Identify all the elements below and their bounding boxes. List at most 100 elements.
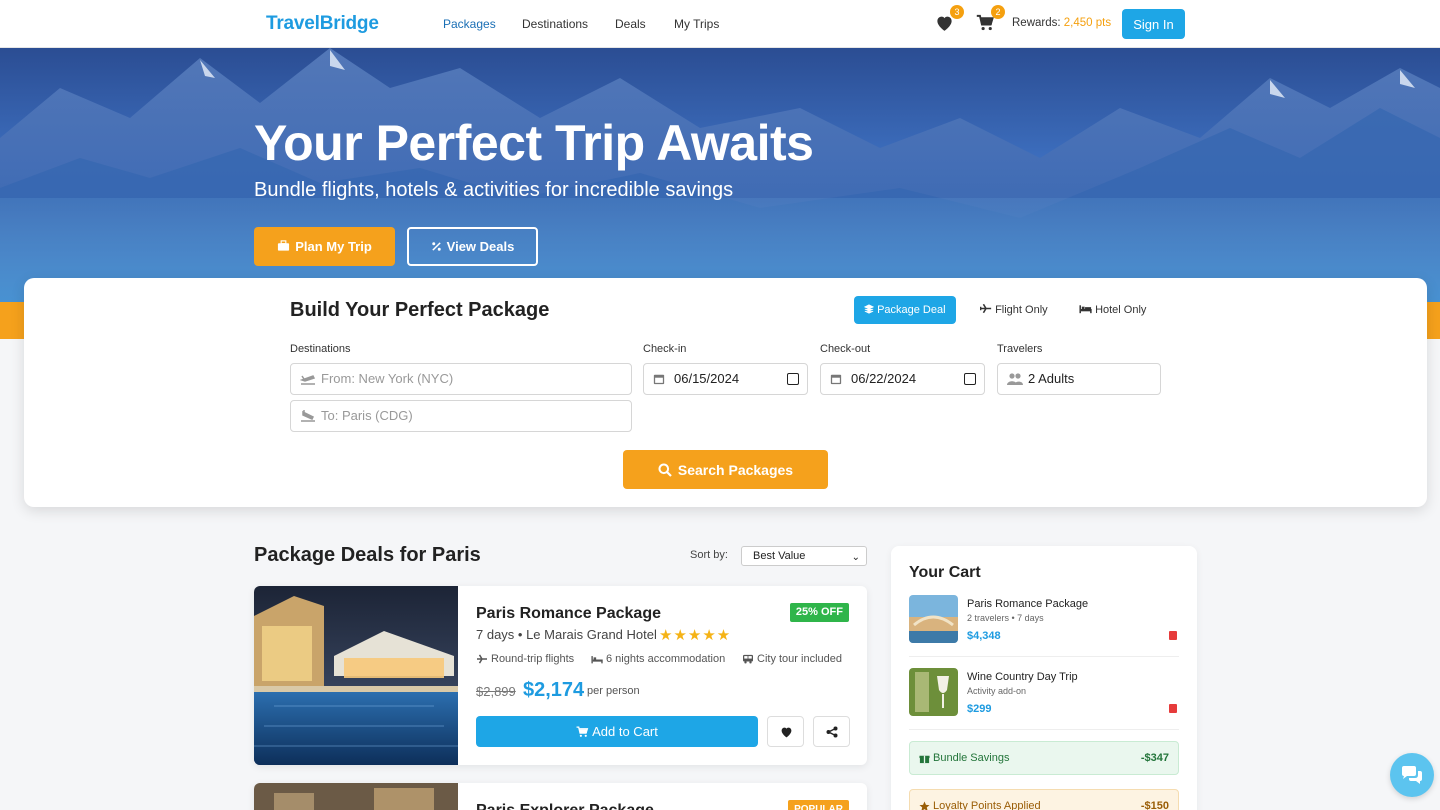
add-to-cart-label: Add to Cart — [592, 724, 658, 739]
chevron-down-icon: ⌄ — [851, 552, 860, 563]
cart-item-price: $4,348 — [967, 630, 1001, 642]
cart-count-badge: 2 — [991, 5, 1005, 19]
cart-item-name: Paris Romance Package — [967, 598, 1089, 610]
plan-my-trip-label: Plan My Trip — [295, 239, 372, 254]
to-placeholder: To: Paris (CDG) — [321, 408, 413, 423]
tab-package-deal[interactable]: Package Deal — [854, 296, 956, 324]
logo[interactable]: TravelBridge — [266, 13, 379, 35]
nav-link-packages[interactable]: Packages — [443, 17, 496, 31]
checkin-value: 06/15/2024 — [674, 371, 740, 386]
feature-tour: City tour included — [742, 653, 842, 665]
popular-badge: POPULAR — [788, 800, 849, 810]
sign-in-button[interactable]: Sign In — [1122, 9, 1185, 39]
search-packages-label: Search Packages — [677, 461, 794, 478]
cart-item-meta: Activity add-on — [967, 686, 1027, 696]
rewards-points: 2,450 pts — [1063, 17, 1112, 29]
sort-select[interactable]: Best Value ⌄ — [741, 546, 867, 566]
percent-icon — [431, 242, 441, 251]
checkout-value: 06/22/2024 — [851, 371, 917, 386]
travelers-input[interactable]: 2 Adults — [997, 363, 1161, 395]
add-to-cart-button[interactable]: Add to Cart — [476, 716, 758, 747]
hotel-pool-image[interactable] — [254, 586, 458, 765]
calendar-icon — [830, 374, 842, 385]
gift-icon — [919, 755, 930, 764]
share-button[interactable] — [813, 716, 850, 747]
from-placeholder: From: New York (NYC) — [321, 371, 454, 386]
package-card: Paris Romance Package 25% OFF 7 days • L… — [254, 586, 867, 765]
cart-button[interactable]: 2 — [976, 5, 1005, 34]
search-packages-button[interactable]: Search Packages — [623, 450, 828, 489]
plane-icon — [477, 654, 487, 664]
deals-section-title: Package Deals for Paris — [254, 544, 481, 566]
trash-icon[interactable] — [1169, 704, 1177, 713]
package-search-card: Build Your Perfect Package Package Deal … — [24, 278, 1427, 507]
nav-link-destinations[interactable]: Destinations — [522, 17, 588, 31]
checkin-input[interactable]: 06/15/2024 — [643, 363, 808, 395]
checkout-input[interactable]: 06/22/2024 — [820, 363, 985, 395]
travelers-label: Travelers — [997, 343, 1043, 355]
cart-item-price: $299 — [967, 703, 992, 715]
package-card: Paris Explorer Package POPULAR — [254, 783, 867, 810]
cart-item-meta: 2 travelers • 7 days — [967, 613, 1044, 623]
loyalty-points-value: -$150 — [1140, 800, 1169, 810]
feature-accommodation: 6 nights accommodation — [591, 653, 725, 665]
tab-flight-only[interactable]: Flight Only — [970, 296, 1058, 324]
price-unit: per person — [587, 685, 640, 697]
feature-tour-label: City tour included — [757, 653, 842, 665]
loyalty-points-row: Loyalty Points Applied -$150 — [909, 789, 1179, 810]
loyalty-points-label: Loyalty Points Applied — [933, 800, 1041, 810]
chat-button[interactable] — [1390, 753, 1434, 797]
hero-banner — [0, 48, 1440, 304]
date-picker-icon[interactable] — [964, 373, 976, 385]
users-icon — [1007, 373, 1023, 385]
checkin-label: Check-in — [643, 343, 687, 355]
hotel-room-image[interactable] — [254, 783, 458, 810]
wishlist-count-badge: 3 — [950, 5, 964, 19]
mountain-background — [0, 48, 1440, 304]
hero-subtitle: Bundle flights, hotels & activities for … — [254, 179, 734, 201]
trash-icon[interactable] — [1169, 631, 1177, 640]
original-price: $2,899 — [476, 684, 516, 699]
star-icon — [919, 801, 930, 810]
cart-panel: Your Cart Paris Romance Package 2 travel… — [891, 546, 1197, 810]
chat-icon — [1402, 766, 1422, 784]
suitcase-icon — [278, 240, 290, 251]
from-input[interactable]: From: New York (NYC) — [290, 363, 632, 395]
cart-icon — [576, 726, 589, 737]
tab-hotel-only-label: Hotel Only — [1095, 304, 1147, 316]
view-deals-button[interactable]: View Deals — [407, 227, 538, 266]
nav-link-deals[interactable]: Deals — [615, 17, 646, 31]
sale-price: $2,174 — [523, 679, 585, 701]
share-icon — [826, 726, 838, 738]
nav-link-my-trips[interactable]: My Trips — [674, 17, 719, 31]
date-picker-icon[interactable] — [787, 373, 799, 385]
package-name[interactable]: Paris Romance Package — [476, 605, 661, 623]
top-nav: TravelBridge Packages Destinations Deals… — [0, 0, 1440, 48]
feature-accommodation-label: 6 nights accommodation — [606, 653, 726, 665]
plan-my-trip-button[interactable]: Plan My Trip — [254, 227, 395, 266]
package-subtitle: 7 days • Le Marais Grand Hotel — [476, 627, 657, 642]
rewards-label: Rewards: — [1012, 17, 1061, 29]
bus-icon — [743, 654, 753, 664]
rewards-display: Rewards: 2,450 pts — [1012, 17, 1111, 29]
tab-hotel-only[interactable]: Hotel Only — [1069, 296, 1156, 324]
plane-icon — [979, 303, 992, 314]
divider — [909, 656, 1179, 657]
wine-thumbnail — [909, 668, 958, 716]
cart-item: Wine Country Day Trip Activity add-on $2… — [909, 668, 1179, 718]
divider — [909, 729, 1179, 730]
package-name[interactable]: Paris Explorer Package — [476, 802, 654, 810]
venice-thumbnail — [909, 595, 958, 643]
travelers-value: 2 Adults — [1028, 371, 1075, 386]
cart-item: Paris Romance Package 2 travelers • 7 da… — [909, 595, 1179, 645]
search-icon — [658, 463, 672, 477]
hero-title: Your Perfect Trip Awaits — [254, 115, 814, 171]
favorite-button[interactable] — [767, 716, 804, 747]
wishlist-button[interactable]: 3 — [935, 5, 964, 34]
heart-icon — [781, 727, 792, 738]
bed-icon — [591, 656, 603, 664]
search-card-title: Build Your Perfect Package — [290, 299, 550, 321]
plane-arrival-icon — [301, 410, 315, 422]
to-input[interactable]: To: Paris (CDG) — [290, 400, 632, 432]
bundle-savings-value: -$347 — [1140, 752, 1169, 764]
